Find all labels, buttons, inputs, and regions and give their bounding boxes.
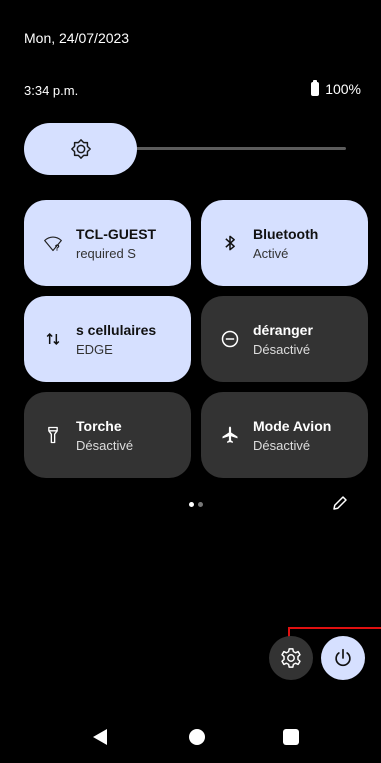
tile-airplane-title: Mode Avion [253, 417, 332, 434]
airplane-icon [219, 424, 241, 446]
status-time: 3:34 p.m. [24, 83, 79, 98]
navigation-bar [0, 715, 381, 763]
brightness-track[interactable] [124, 147, 346, 150]
tile-flashlight-title: Torche [76, 417, 122, 434]
brightness-handle[interactable] [24, 123, 137, 175]
tile-airplane-subtitle: Désactivé [253, 437, 311, 453]
settings-button[interactable] [269, 636, 313, 680]
flashlight-icon [42, 424, 64, 446]
do-not-disturb-icon [219, 328, 241, 350]
tile-mobile-data-subtitle: EDGE [76, 341, 113, 357]
power-icon [335, 648, 351, 667]
tile-bluetooth[interactable]: Bluetooth Activé [201, 200, 368, 286]
tile-airplane-mode[interactable]: Mode Avion Désactivé [201, 392, 368, 478]
tile-do-not-disturb[interactable]: déranger Désactivé [201, 296, 368, 382]
wifi-question-icon: ? [42, 232, 64, 254]
tile-flashlight[interactable]: Torche Désactivé [24, 392, 191, 478]
bluetooth-icon [219, 232, 241, 254]
brightness-icon [70, 139, 91, 159]
page-dot [198, 502, 203, 507]
pencil-icon [333, 496, 347, 510]
tile-bluetooth-subtitle: Activé [253, 245, 289, 261]
status-date: Mon, 24/07/2023 [24, 30, 130, 46]
page-indicator [189, 502, 203, 507]
battery-status: 100% [311, 80, 361, 97]
power-button[interactable] [321, 636, 365, 680]
page-dot-active [189, 502, 194, 507]
tile-mobile-data[interactable]: s cellulaires EDGE [24, 296, 191, 382]
back-icon[interactable] [93, 729, 107, 745]
recents-icon[interactable] [283, 729, 299, 745]
battery-icon [311, 80, 320, 96]
brightness-slider[interactable] [24, 123, 346, 175]
tile-dnd-subtitle: Désactivé [253, 341, 311, 357]
svg-text:?: ? [55, 243, 60, 253]
tile-bluetooth-title: Bluetooth [253, 225, 319, 242]
tile-wifi-subtitle: required S [76, 245, 136, 261]
battery-level: 100% [325, 81, 361, 97]
mobile-data-icon [42, 328, 64, 350]
edit-button[interactable] [331, 494, 349, 512]
quick-settings-tiles: ? TCL-GUEST required S Bluetooth Activé … [24, 200, 368, 478]
home-icon[interactable] [189, 729, 205, 745]
tile-wifi[interactable]: ? TCL-GUEST required S [24, 200, 191, 286]
tile-mobile-data-title: s cellulaires [76, 321, 157, 338]
tile-flashlight-subtitle: Désactivé [76, 437, 134, 453]
gear-icon [281, 648, 301, 668]
tile-wifi-title: TCL-GUEST [76, 225, 157, 242]
tile-dnd-title: déranger [253, 321, 313, 338]
